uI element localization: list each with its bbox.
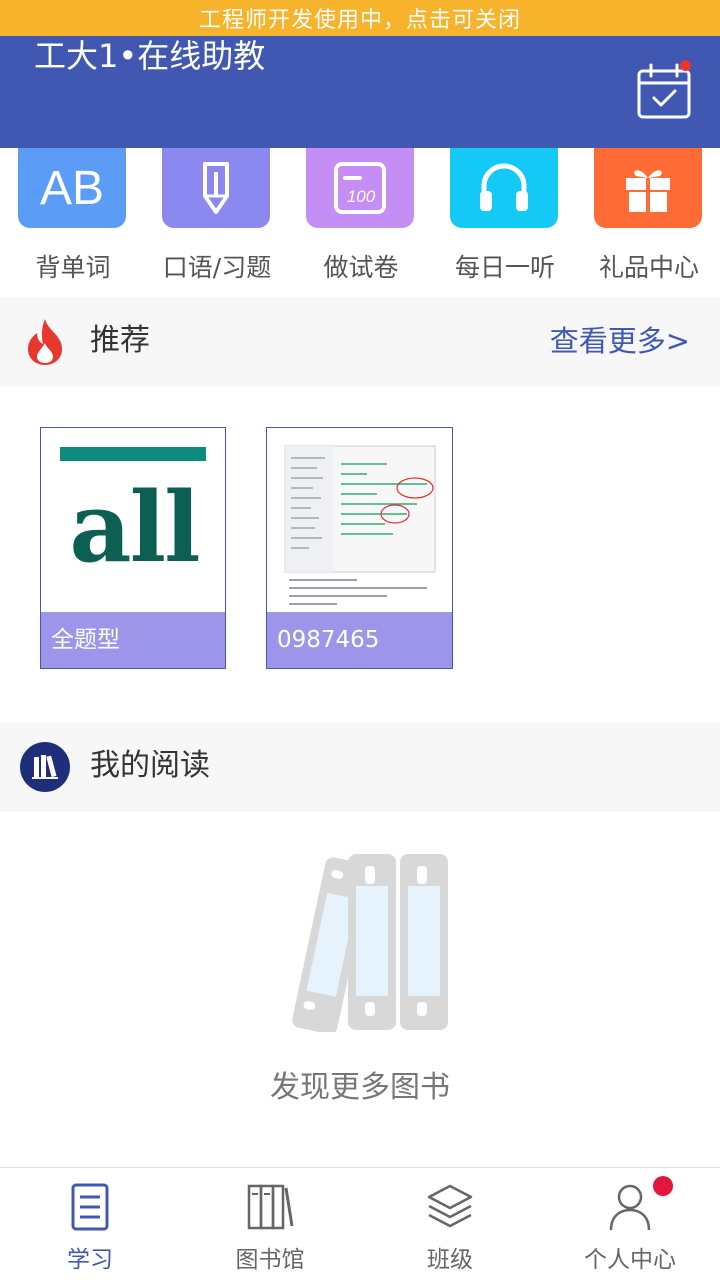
headphones-icon xyxy=(450,148,558,228)
tab-label: 图书馆 xyxy=(235,1247,305,1273)
book-cover-screenshot xyxy=(267,428,452,618)
study-notebook-icon xyxy=(63,1180,117,1234)
notification-badge xyxy=(680,60,691,71)
book-card[interactable]: all 全题型 xyxy=(40,427,226,669)
view-more-link[interactable]: 查看更多> xyxy=(550,321,690,361)
my-reading-section-header: 我的阅读 xyxy=(0,722,720,812)
bottom-tab-bar: 学习 图书馆 班级 个人中心 xyxy=(0,1167,720,1280)
quick-action-gifts[interactable]: 礼品中心 xyxy=(594,148,704,282)
dev-mode-banner[interactable]: 工程师开发使用中，点击可关闭 xyxy=(0,0,720,36)
svg-text:100: 100 xyxy=(347,187,376,206)
tab-profile[interactable]: 个人中心 xyxy=(540,1168,720,1280)
dev-banner-text: 工程师开发使用中，点击可关闭 xyxy=(198,8,521,33)
book-card[interactable]: 0987465 xyxy=(266,427,453,669)
my-reading-title: 我的阅读 xyxy=(90,748,210,783)
gift-icon xyxy=(594,148,702,228)
tab-label: 班级 xyxy=(427,1247,473,1273)
bookshelf-icon xyxy=(20,742,70,792)
fire-icon xyxy=(22,317,68,367)
tab-class[interactable]: 班级 xyxy=(360,1168,540,1280)
svg-text:AB: AB xyxy=(40,162,104,215)
quick-action-label: 做试卷 xyxy=(323,253,399,282)
quick-action-label: 每日一听 xyxy=(454,253,555,282)
layers-icon xyxy=(423,1180,477,1234)
quick-actions: AB 背单词 口语/习题 100 做试卷 每日一听 礼品中心 xyxy=(0,148,720,298)
person-icon xyxy=(603,1180,657,1234)
pencil-icon xyxy=(162,148,270,228)
tab-label: 个人中心 xyxy=(584,1247,676,1273)
quick-action-speaking[interactable]: 口语/习题 xyxy=(162,148,272,282)
book-caption: 0987465 xyxy=(267,612,452,668)
library-books-icon xyxy=(243,1180,297,1234)
my-reading-empty-state xyxy=(0,812,720,1167)
ab-letters-icon: AB xyxy=(18,148,126,228)
tab-label: 学习 xyxy=(67,1247,113,1273)
tab-library[interactable]: 图书馆 xyxy=(180,1168,360,1280)
exam-paper-icon: 100 xyxy=(306,148,414,228)
tab-study[interactable]: 学习 xyxy=(0,1168,180,1280)
empty-books-icon xyxy=(270,852,450,1035)
profile-notification-badge xyxy=(653,1176,673,1196)
quick-action-vocab[interactable]: AB 背单词 xyxy=(18,148,128,282)
cover-stripe xyxy=(60,447,206,461)
app-title: 工大1•在线助教 xyxy=(34,37,266,75)
quick-action-label: 口语/习题 xyxy=(162,253,272,282)
quick-action-label: 礼品中心 xyxy=(598,253,699,282)
book-caption: 全题型 xyxy=(41,612,225,668)
quick-action-label: 背单词 xyxy=(35,253,111,282)
quick-action-listening[interactable]: 每日一听 xyxy=(450,148,560,282)
recommend-title: 推荐 xyxy=(90,323,150,358)
book-cover-title: all xyxy=(69,471,200,584)
recommend-section-header: 推荐 查看更多> xyxy=(0,297,720,387)
discover-more-books-link[interactable]: 发现更多图书 xyxy=(0,1062,720,1106)
quick-action-exam[interactable]: 100 做试卷 xyxy=(306,148,416,282)
